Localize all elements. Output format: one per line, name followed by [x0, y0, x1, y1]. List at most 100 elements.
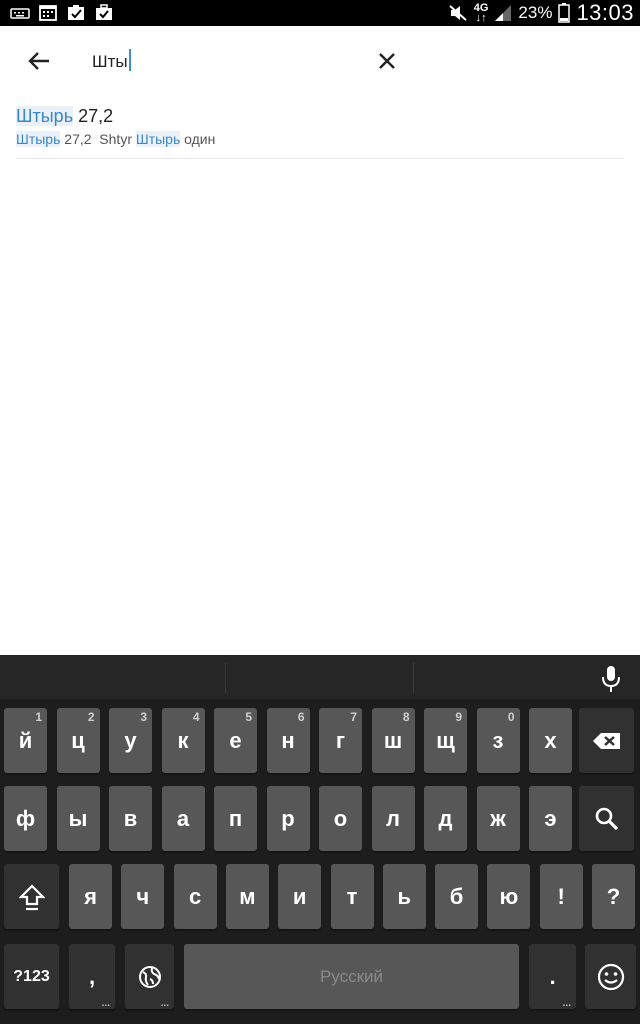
key-row1-3[interactable]: к4	[161, 708, 205, 773]
key-row2-8[interactable]: д	[424, 786, 467, 851]
result-subtitle: Штырь 27,2 Shtyr Штырь один	[16, 129, 624, 149]
key-row3-9[interactable]: !	[539, 864, 583, 929]
comma-key[interactable]: ,...	[69, 944, 115, 1009]
key-row1-5[interactable]: н6	[266, 708, 310, 773]
key-label: д	[438, 805, 453, 831]
suggestion-strip	[0, 655, 640, 699]
more-keys-dots: ...	[562, 998, 571, 1009]
status-bar: 4G ↓↑ 23% 13:03	[0, 0, 640, 26]
key-row1-10[interactable]: х	[529, 708, 572, 773]
key-row1-4[interactable]: е5	[214, 708, 257, 773]
key-row1-2[interactable]: у3	[109, 708, 152, 773]
key-row1-8[interactable]: щ9	[424, 708, 467, 773]
result-title: Штырь 27,2	[16, 103, 624, 129]
key-label: г	[335, 727, 346, 753]
key-label: з	[492, 727, 504, 753]
key-row2-5[interactable]: р	[266, 786, 310, 851]
back-arrow-icon[interactable]	[22, 46, 56, 76]
key-row1-1[interactable]: ц2	[56, 708, 100, 773]
key-row2-10[interactable]: э	[529, 786, 572, 851]
key-label: б	[449, 883, 464, 909]
network-type: 4G ↓↑	[473, 2, 489, 24]
key-label: в	[123, 805, 138, 831]
key-label: п	[228, 805, 243, 831]
period-key-label: .	[549, 963, 556, 989]
key-number-hint: 5	[245, 710, 252, 724]
key-row2-0[interactable]: ф	[4, 786, 47, 851]
result-sub-rest: один	[180, 131, 216, 147]
notification-icons	[10, 4, 114, 21]
key-label: э	[544, 805, 557, 831]
search-icon	[595, 807, 618, 830]
key-label: р	[281, 805, 295, 831]
key-label: е	[229, 727, 242, 753]
key-label: ь	[397, 883, 412, 909]
key-row2-9[interactable]: ж	[476, 786, 520, 851]
shift-key[interactable]	[4, 864, 59, 929]
key-number-hint: 1	[35, 710, 42, 724]
key-row2-2[interactable]: в	[109, 786, 152, 851]
key-number-hint: 2	[87, 710, 95, 724]
key-number-hint: 3	[140, 710, 147, 724]
space-bar-label: Русский	[319, 966, 384, 986]
battery-percent: 23%	[518, 3, 553, 22]
key-label: к	[177, 727, 189, 753]
key-number-hint: 4	[192, 710, 200, 724]
search-key[interactable]	[579, 786, 634, 851]
search-query-text: Шты	[92, 52, 128, 71]
clear-search-icon[interactable]	[372, 46, 402, 76]
key-label: а	[176, 805, 190, 831]
suggestion-divider	[225, 663, 226, 693]
key-row3-2[interactable]: с	[173, 864, 217, 929]
search-input[interactable]: Шты	[92, 49, 131, 72]
emoji-key[interactable]	[585, 944, 636, 1009]
key-number-hint: 9	[455, 710, 462, 724]
key-row3-7[interactable]: б	[435, 864, 479, 929]
key-label: о	[333, 805, 348, 831]
key-label: ю	[499, 883, 519, 909]
key-row3-4[interactable]: и	[278, 864, 322, 929]
key-label: щ	[436, 727, 455, 753]
text-cursor	[128, 49, 131, 71]
key-row3-6[interactable]: ь	[382, 864, 426, 929]
key-label: л	[386, 805, 400, 831]
key-label: и	[292, 883, 307, 909]
clipboard-check-icon	[68, 5, 84, 20]
key-row2-7[interactable]: л	[371, 786, 415, 851]
result-sub-match-2: Штырь	[135, 131, 181, 147]
key-row1-7[interactable]: ш8	[371, 708, 415, 773]
key-row3-10[interactable]: ?	[592, 864, 635, 929]
key-number-hint: 6	[297, 710, 305, 724]
result-sub-match-1: Штырь	[16, 131, 61, 147]
key-row3-5[interactable]: т	[330, 864, 374, 929]
calendar-icon	[39, 5, 57, 21]
globe-icon	[138, 965, 161, 988]
key-row2-3[interactable]: а	[161, 786, 205, 851]
more-keys-dots: ...	[160, 998, 169, 1009]
space-bar[interactable]: Русский	[184, 944, 519, 1009]
key-row2-4[interactable]: п	[214, 786, 257, 851]
key-row2-1[interactable]: ы	[56, 786, 100, 851]
period-key[interactable]: ....	[529, 944, 576, 1009]
key-row3-8[interactable]: ю	[487, 864, 531, 929]
key-label: у	[124, 727, 137, 753]
more-keys-dots: ...	[101, 998, 110, 1009]
key-row3-3[interactable]: м	[225, 864, 269, 929]
search-result-item[interactable]: Штырь 27,2 Штырь 27,2 Shtyr Штырь один	[16, 103, 624, 159]
key-row2-6[interactable]: о	[319, 786, 362, 851]
key-row3-1[interactable]: ч	[121, 864, 165, 929]
language-key[interactable]: ...	[125, 944, 174, 1009]
key-label: ф	[15, 805, 36, 831]
soft-keyboard: ?123 ,... ... Русский .... й1ц2у3к4е5н6г…	[0, 655, 640, 1024]
search-toolbar: Шты	[0, 26, 640, 96]
battery-icon	[558, 3, 571, 23]
backspace-key[interactable]	[579, 708, 634, 773]
key-row1-6[interactable]: г7	[319, 708, 362, 773]
key-row1-0[interactable]: й1	[4, 708, 47, 773]
briefcase-check-icon	[96, 4, 112, 20]
key-label: м	[239, 883, 256, 909]
microphone-icon[interactable]	[598, 664, 624, 694]
symbols-key[interactable]: ?123	[4, 944, 59, 1009]
key-row1-9[interactable]: з0	[476, 708, 520, 773]
key-row3-0[interactable]: я	[69, 864, 112, 929]
